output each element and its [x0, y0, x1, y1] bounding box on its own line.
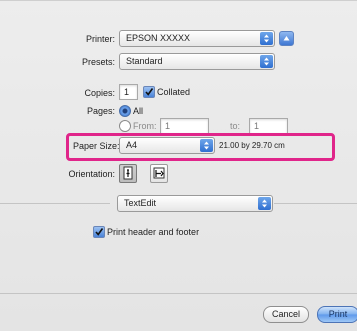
presets-popup[interactable]: Standard [119, 53, 275, 70]
header-footer-checkbox[interactable] [93, 226, 105, 238]
copies-field[interactable]: 1 [119, 84, 138, 100]
pages-all-radio[interactable] [119, 105, 131, 117]
portrait-button[interactable] [119, 164, 137, 183]
triangle-up-icon [283, 36, 290, 41]
header-footer-label: Print header and footer [107, 227, 200, 237]
up-down-arrows-icon [258, 197, 271, 210]
checkmark-icon [145, 88, 154, 96]
collated-checkbox[interactable] [143, 86, 155, 98]
pages-to-label: to: [230, 121, 241, 131]
separator-bottom [0, 293, 357, 294]
presets-value: Standard [126, 56, 163, 66]
up-down-arrows-icon [260, 32, 273, 45]
portrait-orientation-icon [123, 166, 133, 180]
pages-from-radio[interactable] [119, 120, 131, 132]
print-button[interactable]: Print [317, 306, 357, 323]
paper-size-highlight [66, 133, 335, 161]
landscape-button[interactable] [150, 164, 168, 183]
collated-label: Collated [157, 87, 191, 97]
up-down-arrows-icon [260, 55, 273, 68]
cancel-button[interactable]: Cancel [263, 306, 309, 323]
checkmark-icon [95, 228, 104, 236]
orientation-label: Orientation: [68, 169, 115, 179]
pages-from-label: From: [133, 121, 157, 131]
separator-right [274, 203, 357, 204]
printer-label: Printer: [85, 34, 115, 44]
copies-label: Copies: [84, 88, 115, 98]
separator-left [0, 203, 110, 204]
section-value: TextEdit [124, 198, 157, 208]
pages-to-field[interactable]: 1 [249, 118, 288, 134]
pages-all-label: All [133, 106, 144, 116]
disclosure-button[interactable] [279, 31, 294, 46]
printer-value: EPSON XXXXX [126, 33, 191, 43]
pages-from-value: 1 [165, 121, 171, 131]
landscape-orientation-icon [153, 167, 165, 179]
presets-label: Presets: [81, 57, 115, 67]
pages-from-field[interactable]: 1 [160, 118, 209, 134]
pages-label: Pages: [86, 106, 115, 116]
printer-popup[interactable]: EPSON XXXXX [119, 30, 275, 47]
pages-to-value: 1 [254, 121, 260, 131]
print-dialog: Printer: EPSON XXXXX Presets: Standard C… [0, 0, 357, 331]
top-border [0, 0, 357, 1]
copies-value: 1 [124, 87, 130, 97]
section-popup[interactable]: TextEdit [117, 195, 273, 212]
